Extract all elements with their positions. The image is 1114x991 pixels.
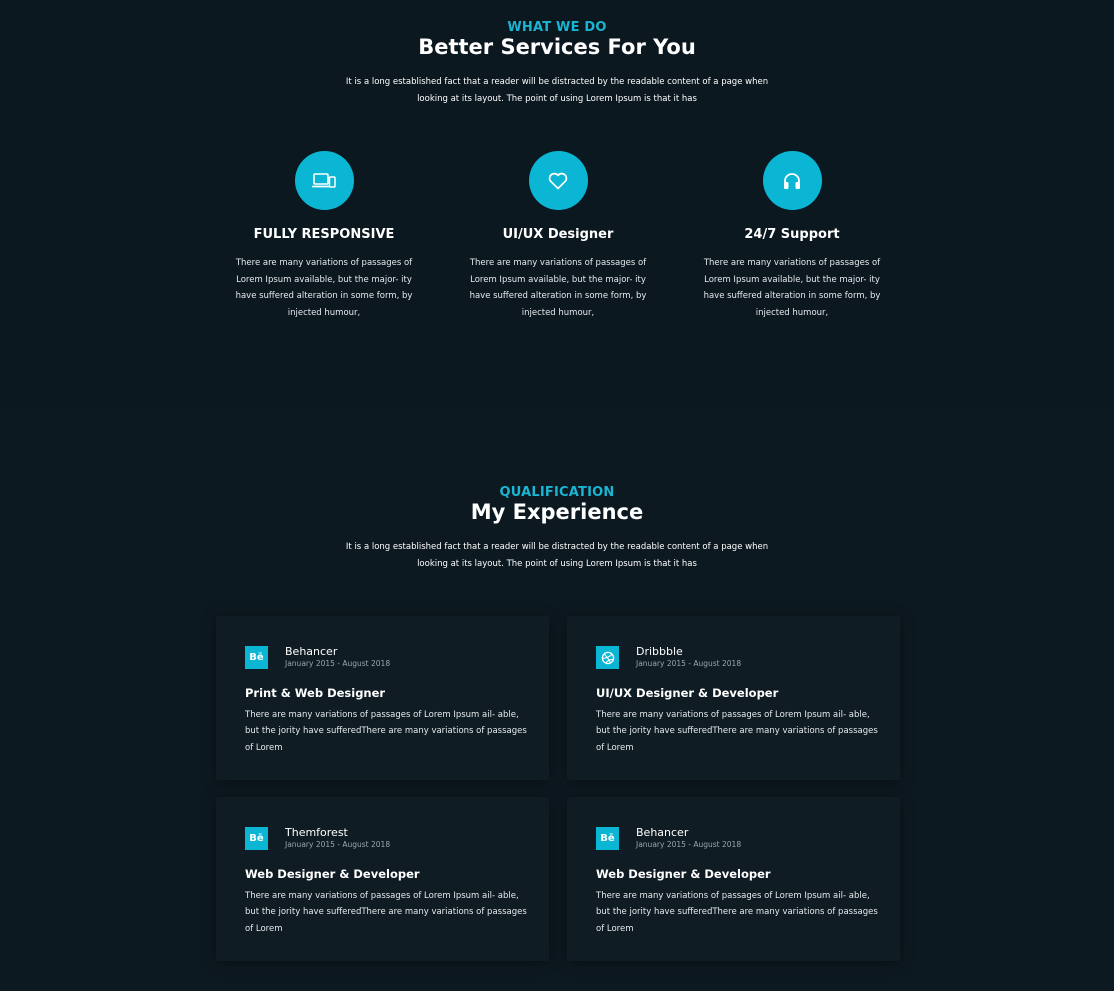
services-section: WHAT WE DO Better Services For You It is… bbox=[0, 0, 1114, 410]
section-eyebrow: WHAT WE DO bbox=[507, 20, 607, 35]
section-heading: Better Services For You bbox=[418, 35, 696, 59]
section-eyebrow: QUALIFICATION bbox=[499, 485, 615, 500]
experience-card: Bē Themforest January 2015 - August 2018… bbox=[216, 797, 549, 961]
experience-card: Bē Behancer January 2015 - August 2018 P… bbox=[216, 616, 549, 780]
service-icon-circle bbox=[528, 151, 588, 210]
job-role: UI/UX Designer & Developer bbox=[596, 686, 779, 700]
company-name: Behancer bbox=[636, 826, 689, 839]
dribbble-icon bbox=[596, 646, 619, 669]
behance-icon: Bē bbox=[245, 827, 268, 850]
service-item-uiux: UI/UX Designer There are many variations… bbox=[458, 151, 658, 321]
service-item-responsive: FULLY RESPONSIVE There are many variatio… bbox=[224, 151, 424, 321]
date-range: January 2015 - August 2018 bbox=[285, 659, 391, 668]
company-name: Dribbble bbox=[636, 645, 683, 658]
service-desc: There are many variations of passages of… bbox=[703, 258, 881, 318]
service-title: UI/UX Designer bbox=[502, 227, 614, 242]
experience-card: Bē Behancer January 2015 - August 2018 W… bbox=[567, 797, 900, 961]
company-name: Themforest bbox=[285, 826, 348, 839]
job-role: Web Designer & Developer bbox=[596, 867, 771, 881]
job-role: Web Designer & Developer bbox=[245, 867, 420, 881]
lead-line: It is a long established fact that a rea… bbox=[345, 542, 769, 552]
company-name: Behancer bbox=[285, 645, 338, 658]
job-description: There are many variations of passages of… bbox=[596, 710, 878, 753]
page: WHAT WE DO Better Services For You It is… bbox=[0, 0, 1114, 991]
lead-line: looking at its layout. The point of usin… bbox=[417, 558, 697, 569]
date-range: January 2015 - August 2018 bbox=[636, 659, 742, 668]
date-range: January 2015 - August 2018 bbox=[285, 840, 391, 849]
section-heading: My Experience bbox=[470, 500, 644, 524]
job-role: Print & Web Designer bbox=[245, 686, 386, 700]
job-description: There are many variations of passages of… bbox=[596, 891, 878, 934]
job-description: There are many variations of passages of… bbox=[245, 710, 527, 753]
service-title: 24/7 Support bbox=[744, 227, 840, 242]
devices-icon bbox=[312, 172, 336, 188]
section-lead: It is a long established fact that a rea… bbox=[337, 539, 777, 572]
job-description: There are many variations of passages of… bbox=[245, 891, 527, 934]
service-desc: There are many variations of passages of… bbox=[235, 258, 413, 318]
qualification-section: QUALIFICATION My Experience It is a long… bbox=[0, 410, 1114, 991]
heart-icon bbox=[548, 172, 568, 189]
headset-icon bbox=[784, 172, 800, 189]
service-item-support: 24/7 Support There are many variations o… bbox=[692, 151, 892, 321]
lead-line: It is a long established fact that a rea… bbox=[345, 77, 769, 87]
lead-line: looking at its layout. The point of usin… bbox=[417, 93, 697, 104]
experience-card: Dribbble January 2015 - August 2018 UI/U… bbox=[567, 616, 900, 780]
behance-icon: Bē bbox=[245, 646, 268, 669]
service-title: FULLY RESPONSIVE bbox=[253, 227, 395, 242]
service-desc: There are many variations of passages of… bbox=[469, 258, 647, 318]
date-range: January 2015 - August 2018 bbox=[636, 840, 742, 849]
service-icon-circle bbox=[762, 151, 822, 210]
behance-icon: Bē bbox=[596, 827, 619, 850]
section-lead: It is a long established fact that a rea… bbox=[337, 74, 777, 107]
service-icon-circle bbox=[294, 151, 354, 210]
